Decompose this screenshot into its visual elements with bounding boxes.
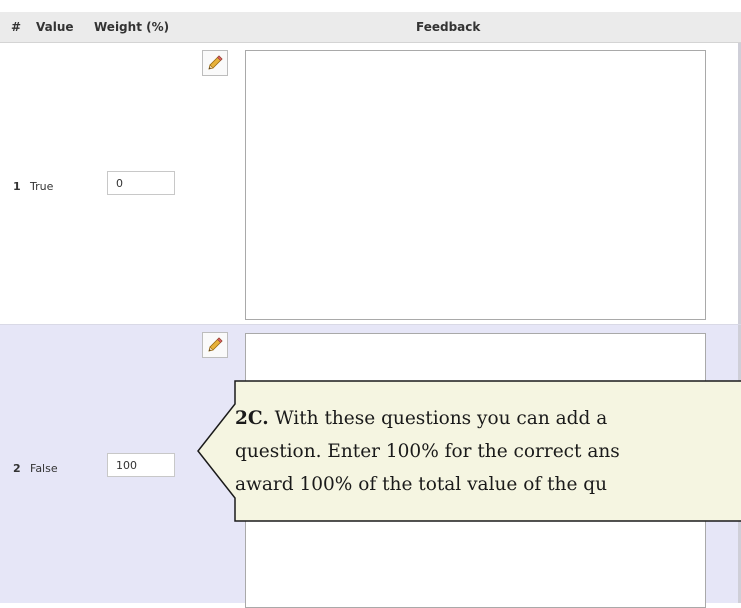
table-header: # Value Weight (%) Feedback [0,12,741,43]
weight-input[interactable] [107,171,175,195]
callout-line-3: award 100% of the total value of the qu [235,474,608,495]
help-callout: 2C. With these questions you can add a q… [197,380,741,522]
header-weight: Weight (%) [94,20,170,34]
pencil-icon [208,55,223,70]
row-number: 2 [13,462,21,475]
edit-feedback-button[interactable] [202,50,228,76]
weight-input[interactable] [107,453,175,477]
callout-line-2: question. Enter 100% for the correct ans [235,441,620,462]
row-value: False [30,462,58,475]
pencil-icon [208,337,223,352]
callout-label: 2C. [235,408,269,429]
callout-text: 2C. With these questions you can add a q… [235,402,741,501]
feedback-editor[interactable] [245,50,706,320]
header-num: # [11,20,22,34]
row-number: 1 [13,180,21,193]
callout-line-1: With these questions you can add a [274,408,608,429]
edit-feedback-button[interactable] [202,332,228,358]
row-value: True [30,180,54,193]
header-value: Value [36,20,74,34]
table-row: 1 True [0,43,741,325]
header-feedback: Feedback [416,20,481,34]
